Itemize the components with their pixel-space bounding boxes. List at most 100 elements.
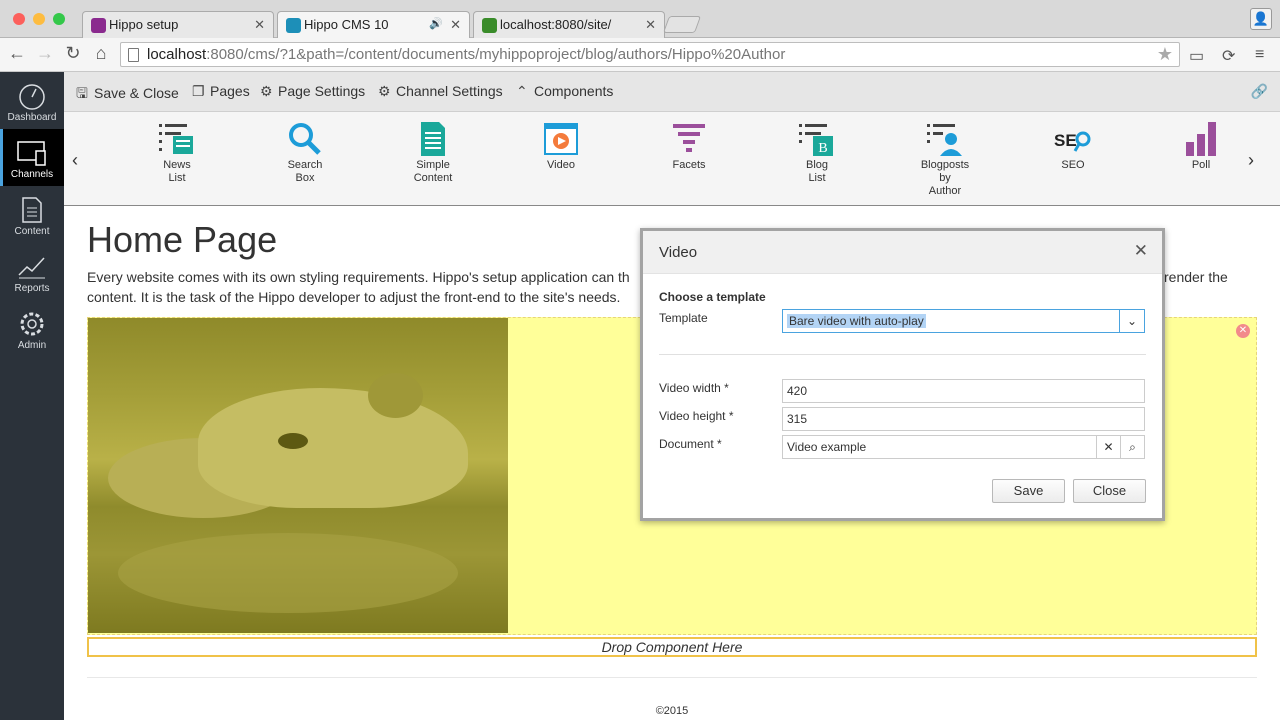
- close-icon[interactable]: ✕: [1134, 241, 1148, 261]
- maximize-window-button[interactable]: [53, 13, 65, 25]
- nav-admin[interactable]: Admin: [0, 300, 64, 357]
- search-icon[interactable]: ⌕: [1120, 436, 1144, 458]
- component-label: List: [168, 172, 186, 184]
- minimize-window-button[interactable]: [33, 13, 45, 25]
- component-label: Blogposts: [920, 159, 970, 171]
- component-label: Box: [295, 172, 315, 184]
- dialog-header: Video ✕: [643, 231, 1162, 274]
- component-search-box[interactable]: Search Box: [265, 122, 345, 185]
- intro-line: Every website comes with its own styling…: [87, 269, 630, 285]
- page-settings-button[interactable]: ⚙ Page Settings: [260, 83, 365, 100]
- nav-label: Channels: [10, 169, 54, 180]
- document-label: Document *: [659, 437, 722, 451]
- seo-icon: SE: [1054, 131, 1091, 152]
- cast-icon[interactable]: ▭: [1189, 46, 1204, 66]
- document-field[interactable]: Video example ✕ ⌕: [782, 435, 1145, 459]
- video-width-field[interactable]: 420: [782, 379, 1145, 403]
- component-label: by: [939, 172, 951, 184]
- channel-toolbar: 🖫 Save & Close ❐ Pages ⚙ Page Settings ⚙ Cha…: [64, 72, 1280, 112]
- video-dialog: Video ✕ Choose a template Template Bare …: [640, 228, 1165, 521]
- blog-list-icon: B: [799, 124, 833, 156]
- chevron-up-icon: ⌃: [516, 83, 528, 99]
- nav-channels[interactable]: Channels: [0, 129, 64, 186]
- hippo-favicon-icon: [286, 18, 301, 33]
- component-label: Poll: [1191, 159, 1211, 171]
- tab-title: localhost:8080/site/: [500, 17, 612, 32]
- hippo-video-image[interactable]: [88, 318, 508, 633]
- scroll-right-icon[interactable]: ›: [1248, 150, 1254, 171]
- dashboard-icon: [19, 84, 45, 110]
- back-icon[interactable]: ←: [6, 43, 28, 64]
- remove-component-icon[interactable]: ✕: [1236, 324, 1250, 338]
- menu-icon[interactable]: ≡: [1255, 46, 1264, 64]
- browser-tab-hippo-cms[interactable]: Hippo CMS 10 🔊 ✕: [277, 11, 470, 39]
- component-simple-content[interactable]: Simple Content: [393, 122, 473, 185]
- clear-icon[interactable]: ✕: [1096, 436, 1120, 458]
- profile-icon[interactable]: 👤: [1250, 8, 1272, 30]
- address-toolbar: ← → ↻ ⌂ localhost:8080/cms/?1&path=/cont…: [0, 38, 1280, 72]
- nav-content[interactable]: Content: [0, 186, 64, 243]
- save-button[interactable]: Save: [992, 479, 1065, 503]
- speaker-icon: 🔊: [429, 18, 443, 30]
- channels-icon: [17, 141, 46, 166]
- save-close-button[interactable]: 🖫 Save & Close: [76, 83, 179, 107]
- forward-icon[interactable]: →: [34, 43, 56, 64]
- new-tab-button[interactable]: [662, 16, 702, 33]
- url-field[interactable]: localhost:8080/cms/?1&path=/content/docu…: [120, 42, 1180, 67]
- hippo-favicon-icon: [91, 18, 106, 33]
- close-tab-icon[interactable]: ✕: [645, 17, 656, 33]
- nav-reports[interactable]: Reports: [0, 243, 64, 300]
- site-favicon-icon: [482, 18, 497, 33]
- nav-dashboard[interactable]: Dashboard: [0, 72, 64, 129]
- content-icon: [22, 197, 42, 223]
- svg-text:SE: SE: [1054, 131, 1077, 150]
- template-value: Bare video with auto-play: [787, 314, 926, 328]
- bookmark-star-icon[interactable]: ★: [1157, 44, 1173, 65]
- news-list-icon: [159, 124, 193, 154]
- component-label: Video: [547, 159, 575, 171]
- nav-label: Content: [14, 226, 50, 237]
- component-label: Simple: [416, 159, 450, 171]
- browser-tab-site[interactable]: localhost:8080/site/ ✕: [473, 11, 665, 38]
- tab-title: Hippo setup: [109, 17, 179, 32]
- component-poll[interactable]: Poll: [1161, 122, 1241, 172]
- template-select[interactable]: Bare video with auto-play ⌄: [782, 309, 1145, 333]
- video-height-field[interactable]: 315: [782, 407, 1145, 431]
- component-blogposts-by-author[interactable]: Blogposts by Author: [905, 122, 985, 198]
- nav-label: Dashboard: [7, 112, 57, 123]
- footer-divider: [87, 677, 1257, 678]
- close-window-button[interactable]: [13, 13, 25, 25]
- pages-button[interactable]: ❐ Pages: [192, 83, 250, 100]
- nav-label: Admin: [17, 340, 47, 351]
- component-catalog: ‹ › News List Search Box Simple Content Vid…: [64, 112, 1280, 206]
- component-news-list[interactable]: News List: [137, 122, 217, 185]
- link-icon[interactable]: 🔗: [1251, 83, 1268, 100]
- filter-icon: [673, 124, 705, 152]
- left-nav: Dashboard Channels Content Reports Admin: [0, 72, 64, 720]
- close-tab-icon[interactable]: ✕: [450, 17, 461, 33]
- close-tab-icon[interactable]: ✕: [254, 17, 265, 33]
- chevron-down-icon[interactable]: ⌄: [1119, 310, 1144, 332]
- button-label: Save & Close: [94, 85, 179, 101]
- browser-tab-hippo-setup[interactable]: Hippo setup ✕: [82, 11, 274, 38]
- button-label: Page Settings: [278, 83, 366, 99]
- browser-tab-bar: Hippo setup ✕ Hippo CMS 10 🔊 ✕ localhost…: [0, 0, 1280, 39]
- template-label: Template: [659, 311, 708, 325]
- channel-settings-button[interactable]: ⚙ Channel Settings: [378, 83, 503, 100]
- reload-icon[interactable]: ↻: [62, 43, 84, 64]
- component-seo[interactable]: SE SEO: [1033, 122, 1113, 172]
- width-label: Video width *: [659, 381, 729, 395]
- home-icon[interactable]: ⌂: [90, 43, 112, 64]
- components-button[interactable]: ⌃ Components: [516, 83, 613, 100]
- component-video[interactable]: Video: [521, 122, 601, 172]
- component-label: Content: [413, 172, 453, 184]
- scroll-left-icon[interactable]: ‹: [72, 150, 78, 171]
- extension-icon[interactable]: ⟳: [1222, 46, 1235, 66]
- component-blog-list[interactable]: B Blog List: [777, 122, 857, 185]
- button-label: Channel Settings: [396, 83, 503, 99]
- poll-chart-icon: [1186, 122, 1216, 156]
- component-facets[interactable]: Facets: [649, 122, 729, 172]
- close-button[interactable]: Close: [1073, 479, 1146, 503]
- drop-zone[interactable]: Drop Component Here: [87, 637, 1257, 657]
- search-icon: [289, 123, 321, 155]
